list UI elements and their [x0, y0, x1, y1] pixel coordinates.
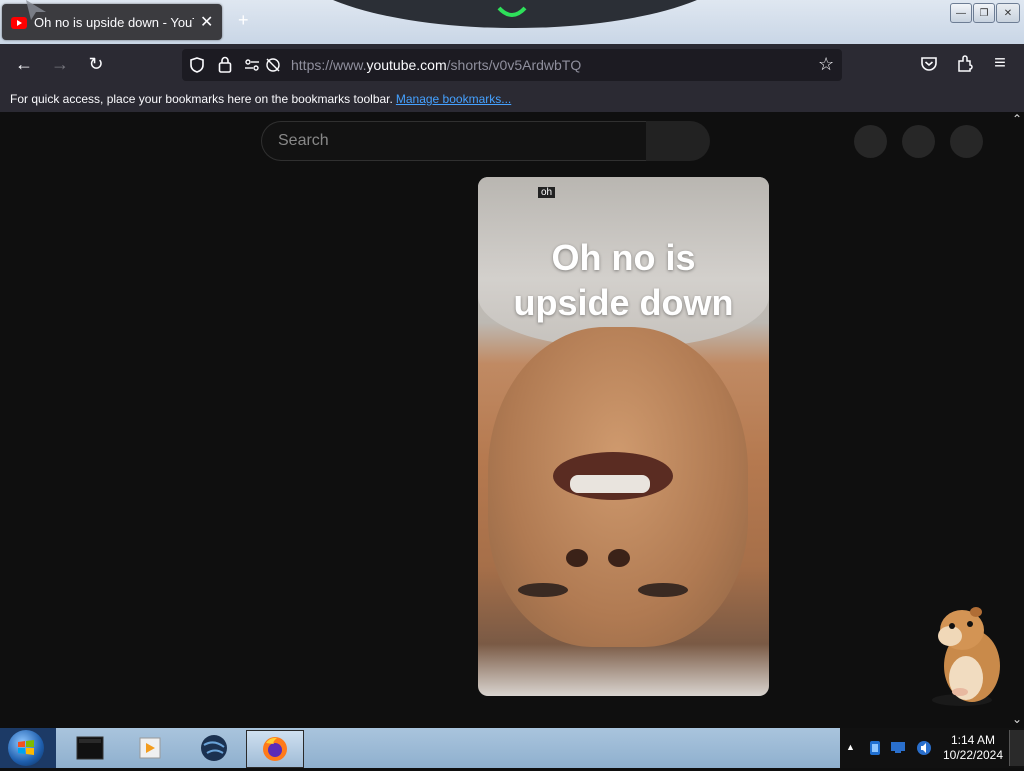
- forward-icon[interactable]: →: [49, 54, 71, 75]
- video-frame-nostril: [566, 549, 588, 567]
- video-caption: Oh no is upside down: [478, 235, 769, 325]
- video-frame-eye: [518, 583, 568, 597]
- search-button[interactable]: [646, 121, 710, 161]
- bookmark-star-icon[interactable]: ☆: [818, 54, 834, 75]
- volume-icon[interactable]: [916, 740, 932, 756]
- media-player-icon: [139, 737, 161, 759]
- video-frame-teeth: [570, 475, 650, 493]
- window-controls: — ❐ ✕: [950, 3, 1020, 23]
- clock-time: 1:14 AM: [950, 733, 996, 747]
- header-button-1[interactable]: [854, 125, 887, 158]
- theme-glow-icon: [497, 6, 527, 17]
- caption-line-2: upside down: [513, 282, 734, 323]
- url-bar[interactable]: https://www.youtube.com/shorts/v0v5Ardwb…: [182, 49, 842, 81]
- bookmarks-hint: For quick access, place your bookmarks h…: [10, 92, 511, 106]
- url-path: /shorts/v0v5ArdwbTQ: [446, 57, 582, 73]
- search-input[interactable]: Search: [261, 121, 646, 161]
- scroll-up-arrow-icon[interactable]: ⌃: [1012, 112, 1022, 126]
- youtube-page: Search oh Oh no is upside down: [0, 112, 1024, 728]
- close-window-button[interactable]: ✕: [996, 3, 1020, 23]
- taskbar-app-globe[interactable]: [186, 730, 242, 766]
- youtube-favicon-icon: [11, 17, 27, 29]
- reload-icon[interactable]: ↻: [85, 54, 107, 75]
- bookmarks-toolbar: For quick access, place your bookmarks h…: [0, 86, 1024, 112]
- restore-button[interactable]: ❐: [973, 3, 995, 23]
- network-icon[interactable]: [890, 741, 906, 754]
- tracking-protection-off-icon[interactable]: [265, 57, 281, 73]
- taskbar-app-terminal[interactable]: [62, 730, 118, 766]
- navigation-toolbar: ← → ↻ https://www.youtube.com/shorts/v0v…: [0, 44, 1024, 86]
- clock[interactable]: 1:14 AM 10/22/2024: [940, 733, 1006, 763]
- clock-date: 10/22/2024: [942, 748, 1004, 762]
- permissions-icon[interactable]: [244, 59, 260, 71]
- start-button[interactable]: [8, 730, 44, 766]
- system-tray: ▲ 1:14 AM 10/22/2024: [840, 728, 1024, 768]
- bookmarks-hint-text: For quick access, place your bookmarks h…: [10, 92, 393, 106]
- search-placeholder: Search: [278, 132, 329, 149]
- url-text[interactable]: https://www.youtube.com/shorts/v0v5Ardwb…: [291, 57, 581, 73]
- window-titlebar: Oh no is upside down - YouTube ✕ + — ❐ ✕: [0, 0, 1024, 44]
- manage-bookmarks-link[interactable]: Manage bookmarks...: [396, 92, 511, 106]
- lock-icon[interactable]: [218, 56, 232, 73]
- taskbar-app-firefox[interactable]: [246, 730, 304, 768]
- shield-icon[interactable]: [190, 57, 204, 73]
- pocket-icon[interactable]: [918, 56, 940, 72]
- firefox-icon: [263, 737, 287, 761]
- video-frame-nostril: [608, 549, 630, 567]
- new-tab-button[interactable]: +: [238, 10, 249, 31]
- scroll-down-arrow-icon[interactable]: ⌄: [1012, 712, 1022, 726]
- windows-taskbar: ▲ 1:14 AM 10/22/2024: [0, 728, 1024, 768]
- menu-icon[interactable]: ≡: [989, 52, 1011, 75]
- extensions-puzzle-icon[interactable]: [954, 55, 976, 73]
- mouse-cursor-icon: [26, 0, 46, 20]
- header-avatar[interactable]: [950, 125, 983, 158]
- back-icon[interactable]: ←: [13, 54, 35, 75]
- video-corner-tag: oh: [538, 187, 556, 198]
- show-desktop-button[interactable]: [1009, 730, 1024, 766]
- shorts-video-player[interactable]: oh Oh no is upside down: [478, 177, 769, 696]
- globe-app-icon: [201, 735, 227, 761]
- tab-close-icon[interactable]: ✕: [200, 12, 213, 32]
- url-prefix: https://www.: [291, 57, 367, 73]
- header-button-2[interactable]: [902, 125, 935, 158]
- caption-line-1: Oh no is: [551, 237, 696, 278]
- tray-app-icon[interactable]: [868, 740, 882, 756]
- url-domain: youtube.com: [366, 57, 447, 73]
- video-frame-eye: [638, 583, 688, 597]
- tab-title: Oh no is upside down - YouTube: [34, 15, 194, 30]
- taskbar-app-media-player[interactable]: [122, 730, 178, 766]
- minimize-button[interactable]: —: [950, 3, 972, 23]
- hamster-desktop-pet-icon[interactable]: [920, 604, 1010, 708]
- windows-logo-icon: [18, 740, 34, 755]
- tray-expand-icon[interactable]: ▲: [846, 742, 855, 752]
- terminal-app-icon: [76, 736, 104, 760]
